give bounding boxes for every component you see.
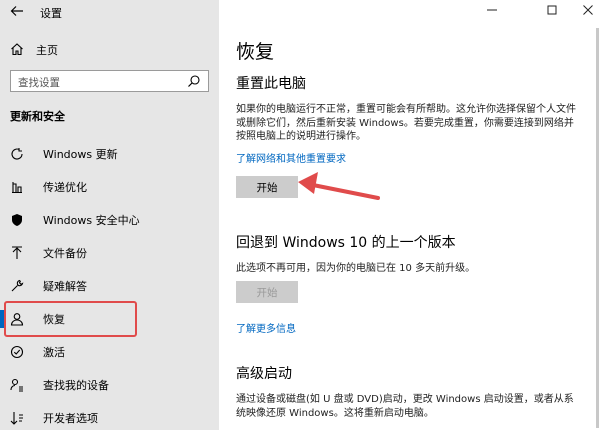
- advanced-startup-heading: 高级启动: [236, 366, 292, 382]
- sidebar-item-label: 开发者选项: [43, 412, 98, 425]
- reset-heading: 重置此电脑: [236, 76, 306, 92]
- app-title: 设置: [40, 7, 62, 20]
- page-title: 恢复: [236, 41, 275, 63]
- refresh-icon: [10, 147, 24, 161]
- sidebar-item-developer-options[interactable]: 开发者选项: [0, 405, 219, 430]
- main-content: 恢复 重置此电脑 如果你的电脑运行不正常，重置可能会有所帮助。这允许你选择保留个…: [219, 0, 600, 430]
- sidebar-item-label: 传递优化: [43, 181, 87, 194]
- sidebar-item-backup[interactable]: 文件备份: [0, 240, 219, 266]
- search-icon[interactable]: [187, 74, 201, 91]
- sidebar-item-label: 查找我的设备: [43, 379, 109, 392]
- advanced-startup-description: 通过设备或磁盘(如 U 盘或 DVD)启动，更改 Windows 启动设置，或者…: [236, 394, 574, 419]
- learn-more-link[interactable]: 了解更多信息: [236, 320, 296, 335]
- scrollbar[interactable]: [596, 28, 599, 428]
- reset-description: 如果你的电脑运行不正常，重置可能会有所帮助。这允许你选择保留个人文件或删除它们，…: [236, 104, 576, 142]
- close-icon[interactable]: [582, 4, 594, 19]
- sidebar-item-activation[interactable]: 激活: [0, 339, 219, 365]
- sidebar-item-windows-security[interactable]: Windows 安全中心: [0, 207, 219, 233]
- sidebar-item-label: 激活: [43, 346, 65, 359]
- maximize-icon[interactable]: [546, 4, 558, 19]
- search-input[interactable]: 查找设置: [10, 70, 209, 92]
- search-placeholder: 查找设置: [18, 77, 60, 89]
- shield-icon: [10, 213, 24, 227]
- sidebar-item-troubleshoot[interactable]: 疑难解答: [0, 273, 219, 299]
- sidebar-item-label: Windows 安全中心: [43, 214, 140, 227]
- minimize-icon[interactable]: [486, 4, 498, 19]
- rollback-description: 此选项不再可用，因为你的电脑已在 10 多天前升级。: [236, 263, 476, 274]
- sidebar: 设置 主页 查找设置 更新和安全 Windows 更新 传递优化 Windows…: [0, 0, 219, 430]
- rollback-heading: 回退到 Windows 10 的上一个版本: [236, 235, 456, 251]
- sidebar-item-label: 文件备份: [43, 247, 87, 260]
- backup-arrow-icon: [10, 246, 24, 260]
- wrench-icon: [10, 279, 24, 293]
- check-circle-icon: [10, 345, 24, 359]
- sidebar-item-windows-update[interactable]: Windows 更新: [0, 141, 219, 167]
- sidebar-item-delivery-optimization[interactable]: 传递优化: [0, 174, 219, 200]
- home-icon: [10, 42, 24, 59]
- back-arrow-icon[interactable]: [10, 4, 24, 22]
- delivery-optimization-icon: [10, 180, 24, 194]
- home-label: 主页: [36, 44, 58, 57]
- section-heading: 更新和安全: [10, 110, 65, 123]
- sidebar-item-label: 疑难解答: [43, 280, 87, 293]
- reset-start-button[interactable]: 开始: [236, 176, 298, 198]
- rollback-start-button[interactable]: 开始: [236, 281, 298, 303]
- title-bar: 设置: [0, 0, 219, 24]
- reset-requirements-link[interactable]: 了解网络和其他重置要求: [236, 150, 346, 165]
- recovery-highlight-box: [4, 301, 137, 337]
- home-link[interactable]: 主页: [10, 42, 58, 58]
- sidebar-item-find-my-device[interactable]: 查找我的设备: [0, 372, 219, 398]
- sidebar-item-label: Windows 更新: [43, 148, 118, 161]
- developer-icon: [10, 411, 24, 425]
- person-find-icon: [10, 378, 24, 392]
